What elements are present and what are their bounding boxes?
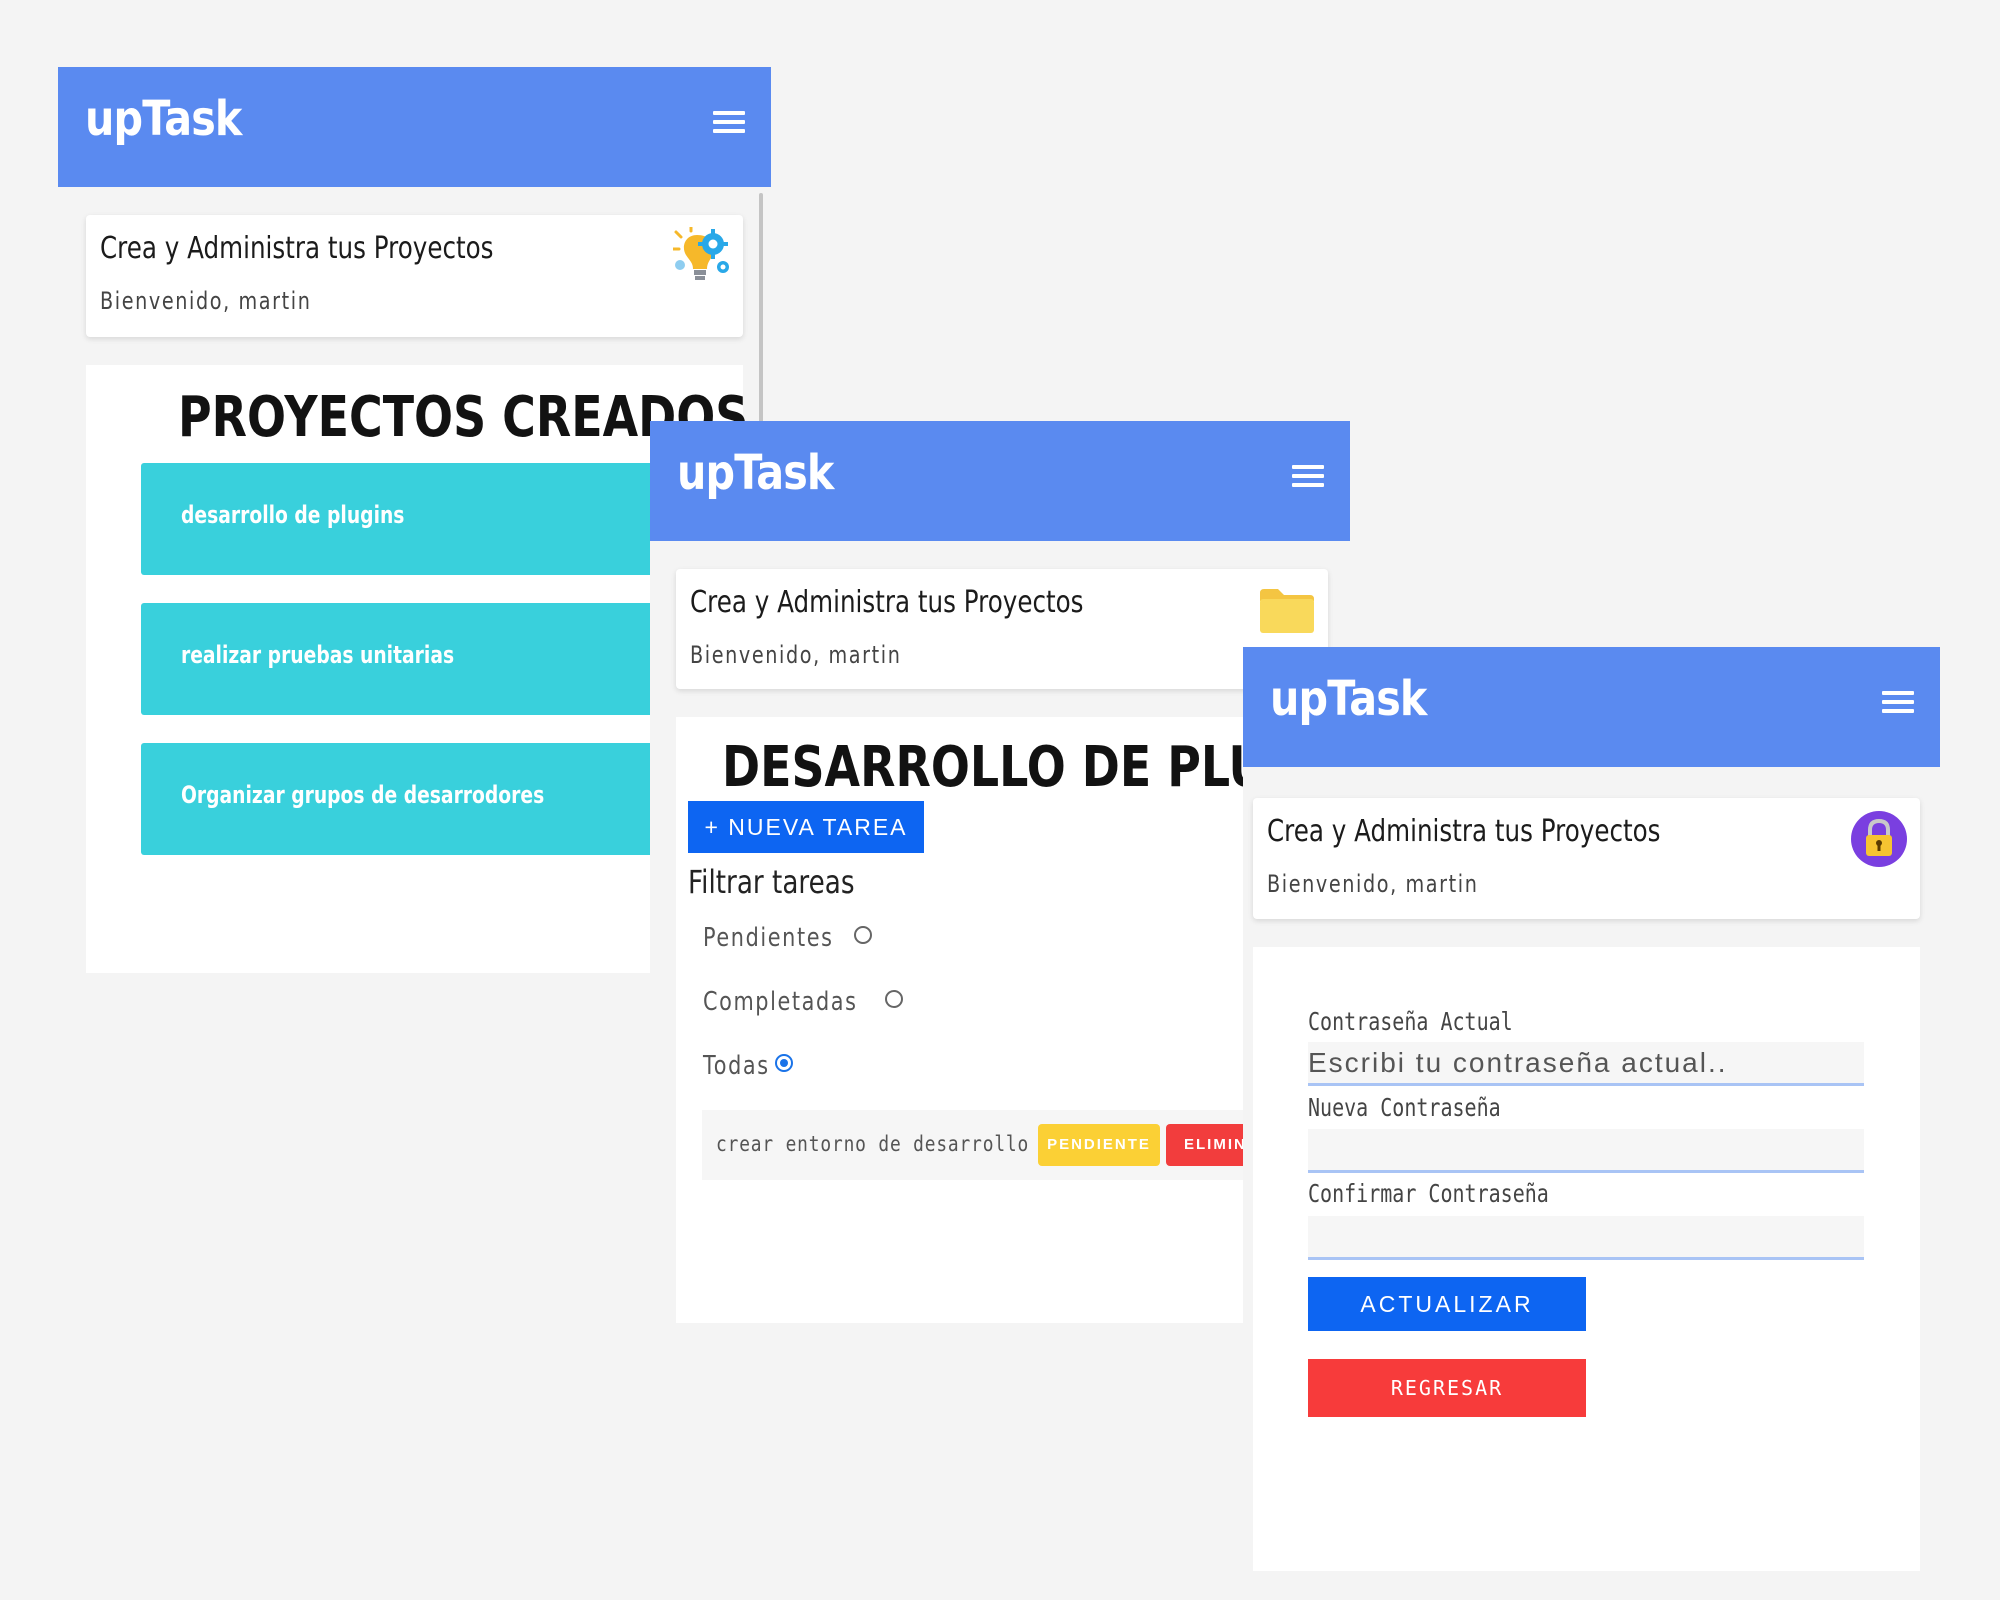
- radio-all[interactable]: [774, 1053, 793, 1072]
- brand-logo[interactable]: upTask: [677, 445, 834, 501]
- brand-logo[interactable]: upTask: [1270, 671, 1427, 727]
- project-name: desarrollo de plugins: [181, 501, 405, 529]
- project-name: realizar pruebas unitarias: [181, 641, 455, 669]
- filter-completed[interactable]: Completadas: [703, 987, 903, 1017]
- task-status-button[interactable]: PENDIENTE: [1038, 1124, 1160, 1166]
- current-password-field[interactable]: [1308, 1042, 1864, 1086]
- update-button[interactable]: ACTUALIZAR: [1308, 1277, 1586, 1331]
- app-header: upTask: [650, 421, 1350, 541]
- radio-pending[interactable]: [854, 925, 873, 944]
- app-header: upTask: [1243, 647, 1940, 767]
- menu-icon[interactable]: [1882, 688, 1916, 718]
- new-password-label: Nueva Contraseña: [1308, 1093, 1501, 1122]
- filter-all[interactable]: Todas: [703, 1051, 793, 1081]
- task-name: crear entorno de desarrollo: [716, 1132, 1030, 1156]
- filter-label: Completadas: [703, 987, 858, 1017]
- app-header: upTask: [58, 67, 771, 187]
- new-password-field[interactable]: [1308, 1129, 1864, 1173]
- filter-title: Filtrar tareas: [688, 863, 855, 901]
- back-button[interactable]: REGRESAR: [1308, 1359, 1586, 1417]
- scrollbar[interactable]: [759, 193, 763, 433]
- welcome-title: Crea y Administra tus Proyectos: [100, 231, 494, 266]
- brand-logo[interactable]: upTask: [85, 91, 242, 147]
- welcome-subtitle: Bienvenido, martin: [100, 287, 312, 315]
- welcome-card: Crea y Administra tus Proyectos Bienveni…: [86, 215, 743, 337]
- welcome-subtitle: Bienvenido, martin: [1267, 870, 1479, 898]
- filter-label: Pendientes: [703, 923, 834, 953]
- welcome-subtitle: Bienvenido, martin: [690, 641, 902, 669]
- project-detail-panel: DESARROLLO DE PLUGIN + NUEVA TAREA Filtr…: [676, 717, 1350, 1323]
- menu-icon[interactable]: [713, 108, 747, 138]
- lock-icon: [1851, 811, 1907, 867]
- filter-label: Todas: [703, 1051, 770, 1081]
- current-password-label: Contraseña Actual: [1308, 1007, 1513, 1036]
- task-row: crear entorno de desarrollo PENDIENTE EL…: [702, 1110, 1302, 1180]
- welcome-title: Crea y Administra tus Proyectos: [690, 585, 1084, 620]
- welcome-card: Crea y Administra tus Proyectos Bienveni…: [1253, 798, 1920, 919]
- project-name: Organizar grupos de desarrodores: [181, 781, 545, 809]
- projects-panel: PROYECTOS CREADOS desarrollo de plugins …: [86, 365, 761, 973]
- welcome-card: Crea y Administra tus Proyectos Bienveni…: [676, 569, 1328, 689]
- menu-icon[interactable]: [1292, 462, 1326, 492]
- lightbulb-gear-icon: [673, 227, 729, 280]
- folder-icon: [1260, 589, 1314, 633]
- password-screen: upTask Crea y Administra tus Proyectos B…: [1243, 647, 1940, 1571]
- filter-pending[interactable]: Pendientes: [703, 923, 873, 953]
- new-task-button[interactable]: + NUEVA TAREA: [688, 801, 924, 853]
- password-panel: Contraseña Actual Nueva Contraseña Confi…: [1253, 947, 1920, 1571]
- confirm-password-field[interactable]: [1308, 1216, 1864, 1260]
- welcome-title: Crea y Administra tus Proyectos: [1267, 814, 1661, 849]
- radio-completed[interactable]: [884, 989, 903, 1008]
- confirm-password-label: Confirmar Contraseña: [1308, 1179, 1549, 1208]
